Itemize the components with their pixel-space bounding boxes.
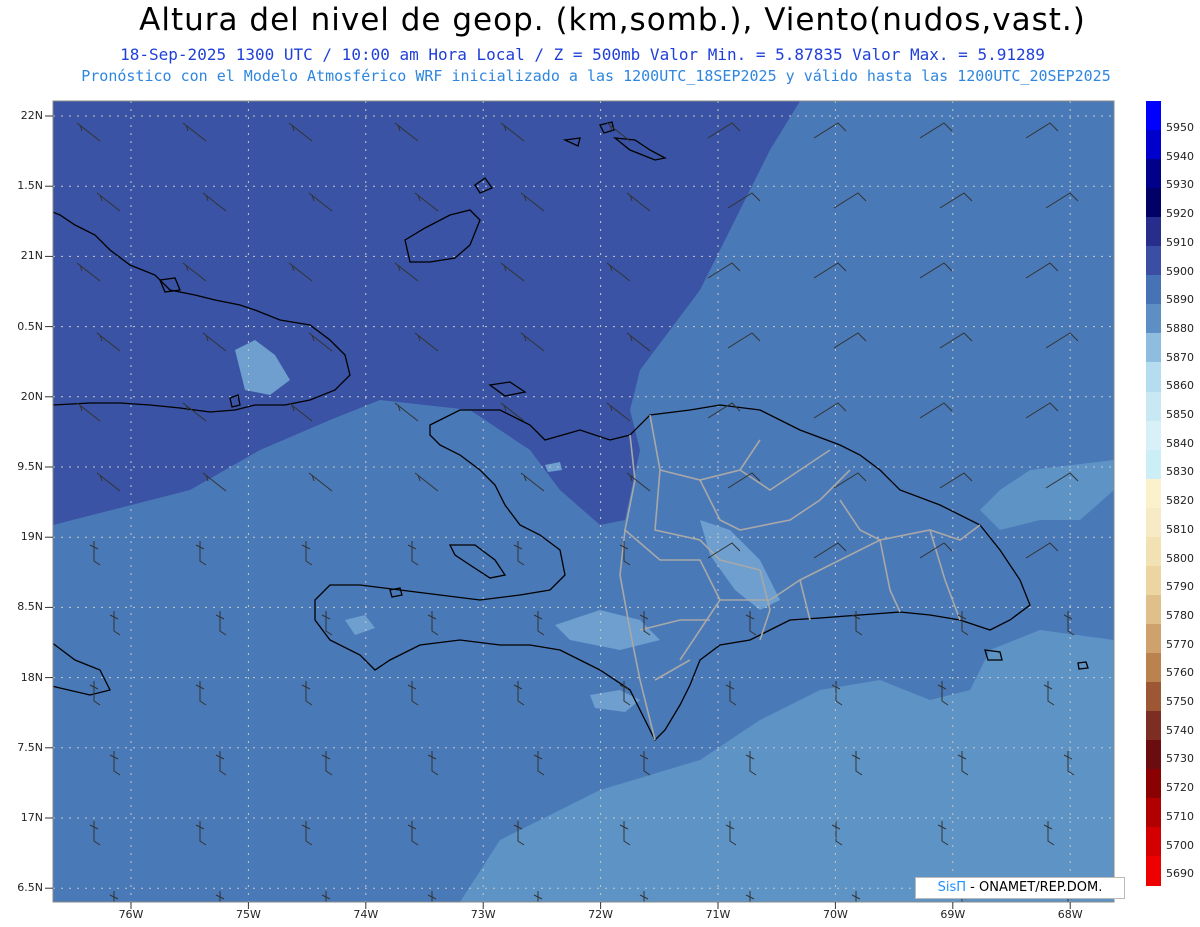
colorbar-swatch xyxy=(1146,130,1161,161)
colorbar-swatch xyxy=(1146,101,1161,131)
colorbar-label: 5900 xyxy=(1166,264,1194,278)
credit-org: - ONAMET/REP.DOM. xyxy=(966,880,1103,895)
lat-label: 18N xyxy=(20,670,43,684)
colorbar-swatch xyxy=(1146,594,1161,625)
colorbar-swatch xyxy=(1146,449,1161,480)
colorbar-label: 5690 xyxy=(1166,867,1194,881)
colorbar-label: 5700 xyxy=(1166,838,1194,852)
colorbar-label: 5870 xyxy=(1166,350,1194,364)
colorbar-swatch xyxy=(1146,682,1161,712)
colorbar-swatch xyxy=(1146,420,1161,451)
colorbar-swatch xyxy=(1146,304,1161,335)
colorbar-swatch xyxy=(1146,188,1161,219)
colorbar-label: 5850 xyxy=(1166,408,1194,421)
lat-label: 6.5N xyxy=(17,881,43,895)
credit-box: SisΠ - ONAMET/REP.DOM. xyxy=(915,877,1125,899)
lat-label: 7.5N xyxy=(17,740,43,754)
weather-map xyxy=(45,100,1115,909)
colorbar-swatch xyxy=(1146,827,1161,858)
colorbar-swatch xyxy=(1146,769,1161,800)
colorbar-label: 5720 xyxy=(1166,781,1194,795)
colorbar-label: 5950 xyxy=(1166,121,1194,134)
colorbar-label: 5840 xyxy=(1166,436,1194,450)
colorbar-swatch xyxy=(1146,362,1161,393)
lon-label: 76W xyxy=(118,908,144,921)
lat-label: 0.5N xyxy=(17,319,43,333)
colorbar-label: 5830 xyxy=(1166,465,1194,479)
colorbar-label: 5930 xyxy=(1166,178,1194,192)
lat-label: 1.5N xyxy=(17,179,43,193)
lat-label: 19N xyxy=(20,530,43,544)
colorbar-swatch xyxy=(1146,652,1161,683)
colorbar-swatch xyxy=(1146,391,1161,422)
colorbar-label: 5820 xyxy=(1166,494,1194,508)
lat-label: 20N xyxy=(20,389,43,403)
lon-label: 74W xyxy=(353,908,379,921)
colorbar-label: 5880 xyxy=(1166,321,1194,335)
lat-label: 8.5N xyxy=(17,600,43,614)
lon-label: 73W xyxy=(470,908,496,921)
colorbar-label: 5910 xyxy=(1166,235,1194,249)
lon-label: 69W xyxy=(940,908,966,921)
lon-label: 75W xyxy=(235,908,261,921)
colorbar-swatch xyxy=(1146,565,1161,596)
colorbar-swatch xyxy=(1146,217,1161,248)
colorbar-swatch xyxy=(1146,711,1161,742)
colorbar-swatch xyxy=(1146,159,1161,190)
colorbar-label: 5760 xyxy=(1166,666,1194,680)
lat-label: 21N xyxy=(20,249,43,263)
colorbar-swatch xyxy=(1146,478,1161,509)
colorbar-swatch xyxy=(1146,856,1161,887)
colorbar-label: 5710 xyxy=(1166,809,1194,823)
colorbar-swatch xyxy=(1146,275,1161,306)
colorbar-swatch xyxy=(1146,507,1161,538)
colorbar-label: 5800 xyxy=(1166,551,1194,565)
lon-label: 68W xyxy=(1057,908,1083,921)
colorbar-swatch xyxy=(1146,536,1161,567)
colorbar-label: 5860 xyxy=(1166,379,1194,393)
colorbar-label: 5730 xyxy=(1166,752,1194,766)
colorbar-swatch xyxy=(1146,333,1161,364)
lat-label: 17N xyxy=(20,811,43,824)
colorbar-swatch xyxy=(1146,798,1161,829)
colorbar-swatch xyxy=(1146,623,1161,654)
lon-label: 70W xyxy=(822,908,848,921)
colorbar-swatch xyxy=(1146,740,1161,771)
colorbar-label: 5750 xyxy=(1166,695,1194,708)
colorbar-swatch xyxy=(1146,246,1161,277)
colorbar-label: 5940 xyxy=(1166,149,1194,163)
colorbar-label: 5890 xyxy=(1166,293,1194,307)
lon-label: 71W xyxy=(705,908,731,921)
colorbar-label: 5920 xyxy=(1166,207,1194,221)
credit-sis: SisΠ xyxy=(937,880,967,895)
lon-label: 72W xyxy=(588,908,614,921)
lat-label: 22N xyxy=(20,109,43,122)
colorbar-label: 5810 xyxy=(1166,522,1194,536)
colorbar-label: 5770 xyxy=(1166,637,1194,651)
colorbar-label: 5780 xyxy=(1166,608,1194,622)
lat-label: 9.5N xyxy=(17,460,43,473)
colorbar-label: 5790 xyxy=(1166,580,1194,594)
colorbar-label: 5740 xyxy=(1166,723,1194,737)
